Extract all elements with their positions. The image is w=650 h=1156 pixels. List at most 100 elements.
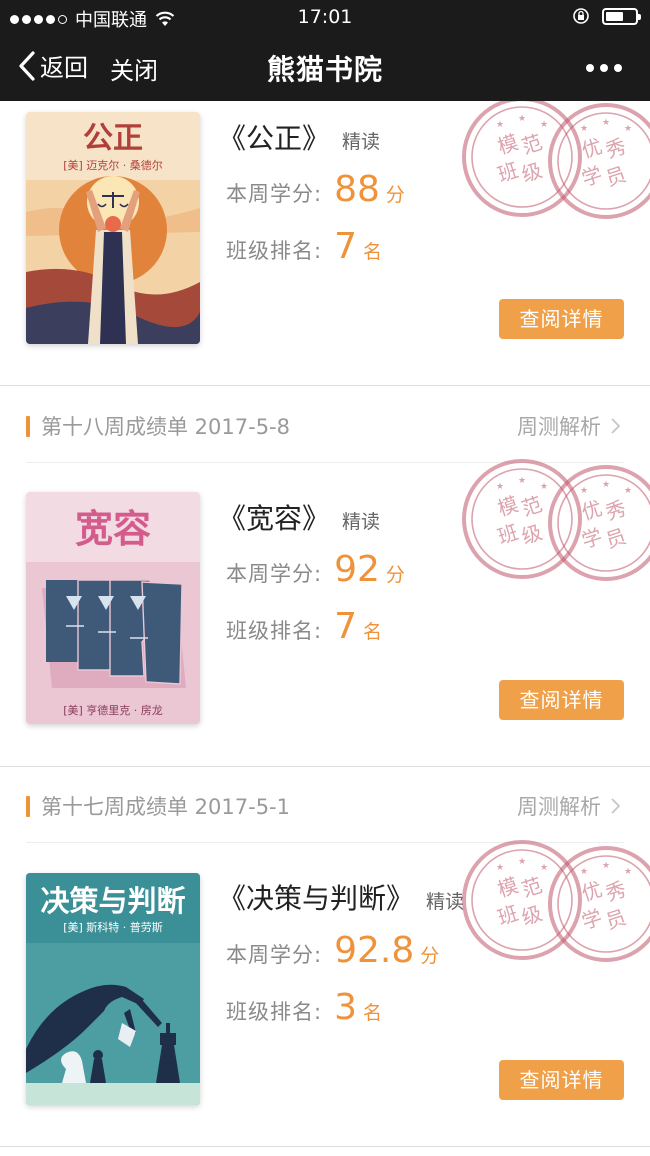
score-value: 88 bbox=[334, 169, 380, 210]
divider bbox=[0, 385, 650, 386]
score-row: 本周学分: 92.8 分 bbox=[226, 930, 439, 971]
svg-text:级: 级 bbox=[519, 158, 545, 187]
nav-bar: 返回 关闭 熊猫书院 bbox=[0, 34, 650, 101]
svg-text:模: 模 bbox=[495, 873, 521, 902]
reading-tag: 精读 bbox=[426, 891, 465, 913]
stamp-icon: ★ ★ ★ 模范班级 ★ ★ ★ 优秀学员 bbox=[460, 101, 650, 223]
rank-unit: 名 bbox=[362, 621, 382, 643]
week-title: 第十八周成绩单 2017-5-8 bbox=[41, 415, 290, 439]
svg-text:★: ★ bbox=[580, 124, 588, 134]
rank-value: 7 bbox=[334, 606, 357, 647]
score-value: 92.8 bbox=[334, 930, 415, 971]
stamp-icon: ★ ★ ★ 模范班级 ★ ★ ★ 优秀学员 bbox=[460, 838, 650, 966]
rank-label: 班级排名: bbox=[226, 1000, 323, 1024]
svg-text:模: 模 bbox=[495, 130, 521, 159]
score-value: 92 bbox=[334, 549, 380, 590]
score-unit: 分 bbox=[420, 945, 440, 967]
svg-text:优: 优 bbox=[579, 877, 605, 906]
reading-tag: 精读 bbox=[342, 511, 381, 533]
svg-text:★: ★ bbox=[540, 863, 548, 873]
cover-author: [美] 斯科特 · 普劳斯 bbox=[63, 920, 163, 934]
svg-text:学: 学 bbox=[579, 162, 605, 191]
svg-text:员: 员 bbox=[603, 524, 629, 553]
rank-unit: 名 bbox=[362, 241, 382, 263]
book-title-text: 《宽容》 bbox=[218, 502, 331, 535]
rank-row: 班级排名: 7 名 bbox=[226, 606, 382, 647]
rank-label: 班级排名: bbox=[226, 239, 323, 263]
svg-text:★: ★ bbox=[602, 480, 610, 490]
svg-text:优: 优 bbox=[579, 134, 605, 163]
quiz-analysis-link[interactable]: 周测解析 bbox=[517, 411, 620, 441]
svg-text:级: 级 bbox=[519, 901, 545, 930]
score-row: 本周学分: 92 分 bbox=[226, 549, 405, 590]
svg-text:优: 优 bbox=[579, 496, 605, 525]
svg-text:★: ★ bbox=[496, 120, 504, 130]
score-label: 本周学分: bbox=[226, 182, 323, 206]
cover-title: 宽容 bbox=[75, 507, 151, 551]
svg-text:模: 模 bbox=[495, 492, 521, 521]
svg-text:★: ★ bbox=[602, 861, 610, 871]
cover-author: [美] 亨德里克 · 房龙 bbox=[63, 703, 163, 717]
svg-text:员: 员 bbox=[603, 162, 629, 191]
svg-text:★: ★ bbox=[580, 486, 588, 496]
chevron-right-icon bbox=[611, 798, 620, 814]
week-title: 第十七周成绩单 2017-5-1 bbox=[41, 795, 290, 819]
score-row: 本周学分: 88 分 bbox=[226, 169, 405, 210]
week-header: 第十七周成绩单 2017-5-1 周测解析 bbox=[26, 767, 624, 843]
svg-text:★: ★ bbox=[518, 114, 526, 124]
rank-row: 班级排名: 3 名 bbox=[226, 987, 382, 1028]
quiz-analysis-link[interactable]: 周测解析 bbox=[517, 791, 620, 821]
svg-text:学: 学 bbox=[579, 905, 605, 934]
cover-title: 决策与判断 bbox=[40, 884, 185, 918]
week-header: 第十八周成绩单 2017-5-8 周测解析 bbox=[26, 387, 624, 463]
battery-icon bbox=[602, 7, 641, 25]
score-unit: 分 bbox=[385, 564, 405, 586]
rank-value: 3 bbox=[334, 987, 357, 1028]
view-details-button[interactable]: 查阅详情 bbox=[499, 680, 624, 720]
book-cover[interactable]: 决策与判断 [美] 斯科特 · 普劳斯 bbox=[26, 873, 200, 1105]
rank-label: 班级排名: bbox=[226, 619, 323, 643]
svg-text:员: 员 bbox=[603, 905, 629, 934]
svg-text:级: 级 bbox=[519, 520, 545, 549]
rank-unit: 名 bbox=[362, 1002, 382, 1024]
cover-title: 公正 bbox=[83, 121, 143, 156]
chevron-right-icon bbox=[611, 418, 620, 434]
svg-text:★: ★ bbox=[540, 120, 548, 130]
svg-text:★: ★ bbox=[518, 857, 526, 867]
svg-text:秀: 秀 bbox=[603, 877, 629, 906]
stamp-icon: ★ ★ ★ 模范班级 ★ ★ ★ 优秀学员 bbox=[460, 457, 650, 585]
book-title: 《宽容》 精读 bbox=[218, 497, 380, 537]
svg-text:★: ★ bbox=[496, 863, 504, 873]
status-bar: 中国联通 17:01 bbox=[0, 0, 650, 34]
book-cover[interactable]: 公正 [美] 迈克尔 · 桑德尔 bbox=[26, 112, 200, 344]
svg-text:★: ★ bbox=[602, 118, 610, 128]
book-title: 《决策与判断》 精读 bbox=[218, 877, 464, 917]
svg-text:★: ★ bbox=[540, 482, 548, 492]
score-label: 本周学分: bbox=[226, 562, 323, 586]
view-details-button[interactable]: 查阅详情 bbox=[499, 299, 624, 339]
book-title-text: 《决策与判断》 bbox=[218, 882, 415, 915]
report-list[interactable]: 公正 [美] 迈克尔 · 桑德尔 《公正》 精读 本周学分: 88 分 班级排名… bbox=[0, 101, 650, 1156]
score-unit: 分 bbox=[385, 184, 405, 206]
book-title: 《公正》 精读 bbox=[218, 117, 380, 157]
view-details-button[interactable]: 查阅详情 bbox=[499, 1060, 624, 1100]
svg-text:★: ★ bbox=[624, 124, 632, 134]
svg-text:班: 班 bbox=[495, 901, 521, 930]
svg-text:范: 范 bbox=[519, 130, 545, 159]
more-icon[interactable] bbox=[586, 64, 622, 72]
svg-text:★: ★ bbox=[518, 476, 526, 486]
svg-text:秀: 秀 bbox=[603, 496, 629, 525]
rank-value: 7 bbox=[334, 226, 357, 267]
svg-text:★: ★ bbox=[496, 482, 504, 492]
quiz-analysis-label: 周测解析 bbox=[517, 415, 601, 439]
svg-text:★: ★ bbox=[624, 867, 632, 877]
svg-text:范: 范 bbox=[519, 873, 545, 902]
accent-bar bbox=[26, 796, 30, 817]
score-label: 本周学分: bbox=[226, 943, 323, 967]
svg-text:学: 学 bbox=[579, 524, 605, 553]
quiz-analysis-label: 周测解析 bbox=[517, 795, 601, 819]
book-cover[interactable]: 宽容 [美] 亨德里克 · 房龙 bbox=[26, 492, 200, 724]
reading-tag: 精读 bbox=[342, 131, 381, 153]
svg-text:★: ★ bbox=[580, 867, 588, 877]
svg-text:范: 范 bbox=[519, 492, 545, 521]
